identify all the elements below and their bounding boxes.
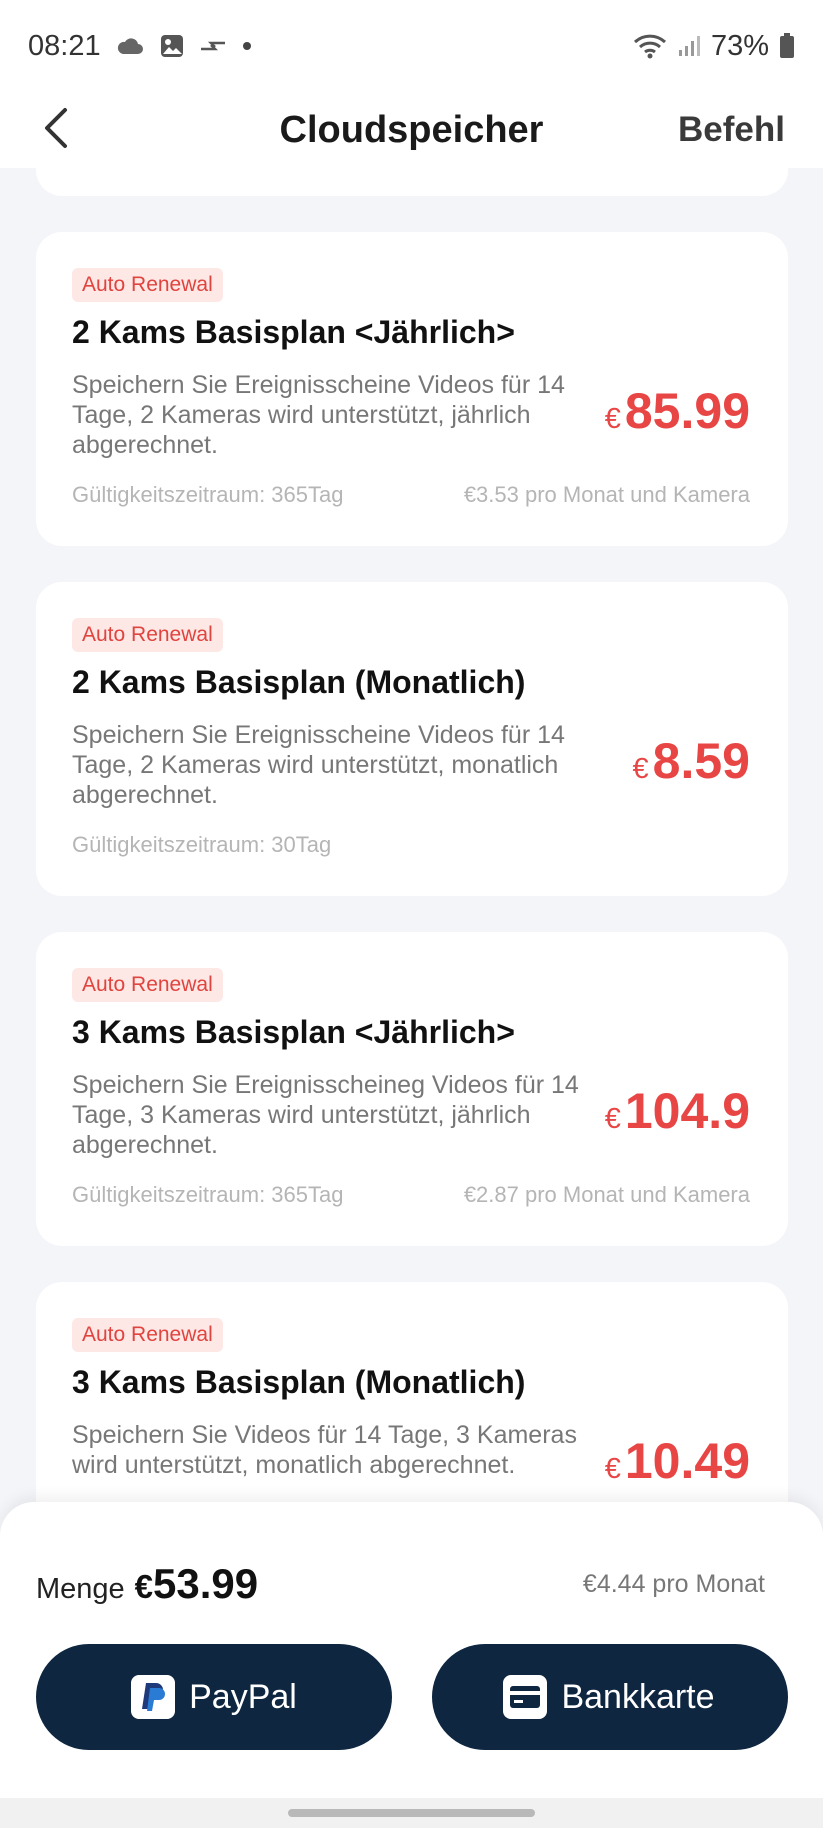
plan-price: € 10.49	[605, 1432, 750, 1490]
plan-card[interactable]: Auto Renewal 2 Kams Basisplan <Jährlich>…	[36, 232, 788, 546]
plan-price: € 85.99	[605, 382, 750, 440]
back-button[interactable]	[30, 98, 82, 158]
plan-validity: Gültigkeitszeitraum: 365Tag	[72, 1182, 344, 1207]
plan-list[interactable]: Auto Renewal 2 Kams Basisplan <Jährlich>…	[0, 168, 823, 1503]
plan-card[interactable]: Auto Renewal 3 Kams Basisplan <Jährlich>…	[36, 932, 788, 1246]
auto-renewal-badge: Auto Renewal	[72, 968, 223, 1002]
total-row: Menge € 53.99	[36, 1560, 258, 1608]
plan-card[interactable]: Auto Renewal 2 Kams Basisplan (Monatlich…	[36, 582, 788, 896]
plan-title: 2 Kams Basisplan <Jährlich>	[72, 314, 515, 350]
plan-validity: Gültigkeitszeitraum: 30Tag	[72, 832, 332, 857]
checkout-sheet: Menge € 53.99 €4.44 pro Monat PayPal Ban…	[0, 1502, 823, 1798]
navigation-gesture-area	[0, 1798, 823, 1828]
previous-plan-card[interactable]	[36, 168, 788, 196]
data-transfer-icon	[199, 35, 227, 57]
plan-description: Speichern Sie Videos für 14 Tage, 3 Kame…	[72, 1421, 577, 1479]
auto-renewal-badge: Auto Renewal	[72, 618, 223, 652]
plan-per-month: €2.87 pro Monat und Kamera	[463, 1182, 750, 1207]
total-label: Menge	[36, 1573, 125, 1605]
app-header: Cloudspeicher Befehl	[0, 92, 823, 168]
plan-description: Speichern Sie Ereignisscheineg Videos fü…	[72, 1071, 579, 1159]
cloud-icon	[115, 36, 145, 56]
screen: 08:21 73% Cloudspeicher Befehl Auto Rene…	[0, 0, 823, 1828]
price-amount: 8.59	[652, 733, 750, 789]
plan-price: € 104.9	[605, 1082, 750, 1140]
plan-card[interactable]: Auto Renewal 3 Kams Basisplan (Monatlich…	[36, 1282, 788, 1503]
dot-icon	[241, 40, 253, 52]
plan-description: Speichern Sie Ereignisscheine Videos für…	[72, 721, 565, 809]
status-right: 73%	[633, 30, 795, 63]
paypal-icon	[131, 1675, 176, 1719]
status-time: 08:21	[28, 29, 101, 62]
auto-renewal-badge: Auto Renewal	[72, 1318, 223, 1352]
credit-card-icon	[503, 1675, 548, 1719]
paypal-label: PayPal	[189, 1677, 297, 1716]
plan-title: 2 Kams Basisplan (Monatlich)	[72, 664, 526, 700]
plan-validity: Gültigkeitszeitraum: 365Tag	[72, 482, 344, 507]
price-amount: 104.9	[624, 1083, 750, 1139]
chevron-left-icon	[45, 108, 67, 148]
gallery-icon	[159, 33, 185, 59]
auto-renewal-badge: Auto Renewal	[72, 268, 223, 302]
plan-price: € 8.59	[633, 732, 750, 790]
paypal-button[interactable]: PayPal	[36, 1644, 392, 1750]
battery-icon	[779, 33, 795, 59]
signal-icon	[677, 34, 701, 58]
bank-card-label: Bankkarte	[561, 1677, 715, 1716]
price-currency: €	[604, 1103, 621, 1135]
battery-percent: 73%	[710, 29, 769, 62]
bank-card-button[interactable]: Bankkarte	[432, 1644, 788, 1750]
total-currency: €	[134, 1568, 154, 1605]
total-per-month: €4.44 pro Monat	[582, 1570, 765, 1598]
plan-description: Speichern Sie Ereignisscheine Videos für…	[72, 371, 565, 459]
price-amount: 10.49	[624, 1433, 750, 1489]
total-amount: 53.99	[153, 1560, 259, 1607]
befehl-button[interactable]: Befehl	[678, 110, 785, 150]
price-amount: 85.99	[624, 383, 750, 439]
status-bar: 08:21 73%	[0, 0, 823, 92]
wifi-icon	[633, 32, 667, 60]
price-currency: €	[632, 753, 649, 785]
price-currency: €	[604, 1453, 621, 1485]
price-currency: €	[604, 403, 621, 435]
home-indicator[interactable]	[288, 1809, 535, 1817]
plan-title: 3 Kams Basisplan <Jährlich>	[72, 1014, 515, 1050]
plan-title: 3 Kams Basisplan (Monatlich)	[72, 1364, 526, 1400]
plan-per-month: €3.53 pro Monat und Kamera	[463, 482, 750, 507]
status-left: 08:21	[28, 30, 253, 63]
